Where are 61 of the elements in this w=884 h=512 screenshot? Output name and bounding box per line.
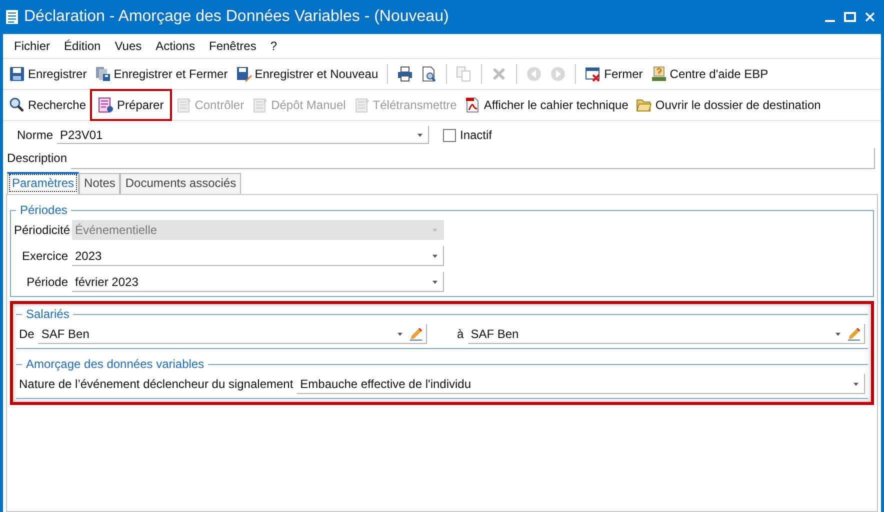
pencil-icon[interactable] xyxy=(409,326,423,340)
group-title: Salariés xyxy=(26,307,70,321)
back-icon xyxy=(526,66,542,82)
printer-icon xyxy=(397,66,414,82)
save-pencil-icon xyxy=(236,66,252,82)
description-field[interactable] xyxy=(71,148,875,168)
toolbar-button[interactable]: Recherche xyxy=(5,92,90,118)
field-label: Période xyxy=(26,275,68,289)
toolbar-button[interactable]: Fermer xyxy=(581,61,647,87)
dropdown-field[interactable]: SAF Ben xyxy=(468,324,865,344)
toolbar-button[interactable]: Afficher le cahier technique xyxy=(460,92,632,118)
field-label: à xyxy=(457,327,464,341)
dropdown-field[interactable]: SAF Ben xyxy=(38,324,427,344)
dropdown-field[interactable]: 2023 xyxy=(72,246,444,266)
field-label: Périodicité xyxy=(14,223,68,237)
tab[interactable]: Notes xyxy=(79,173,120,194)
toolbar-button[interactable]: Ouvrir le dossier de destination xyxy=(632,92,825,118)
field-label: Nature de l’événement déclencheur du signalement xyxy=(19,377,294,391)
toolbar-button[interactable]: Enregistrer et Nouveau xyxy=(232,61,382,87)
help-icon xyxy=(650,66,667,82)
window-title: Déclaration - Amorçage des Données Variables - (Nouveau) xyxy=(24,8,450,26)
window-close-icon xyxy=(585,66,602,82)
checkbox[interactable] xyxy=(443,128,456,142)
page-magnifier-icon xyxy=(421,66,438,82)
field-label: Exercice xyxy=(20,249,68,263)
dropdown-field[interactable]: P23V01 xyxy=(57,126,429,144)
menu-item[interactable]: Fichier xyxy=(7,39,58,53)
toolbar-button[interactable]: Enregistrer et Fermer xyxy=(90,61,232,87)
documents-icon xyxy=(94,66,111,82)
pencil-icon[interactable] xyxy=(847,326,861,340)
page-icon xyxy=(176,97,192,113)
tab[interactable]: Paramètres xyxy=(7,172,80,194)
page-icon xyxy=(354,97,370,113)
document-icon xyxy=(4,9,20,25)
search-icon xyxy=(9,97,25,113)
field-label: Norme xyxy=(16,128,53,142)
menu-item[interactable]: ? xyxy=(263,39,284,53)
group-title: Amorçage des données variables xyxy=(26,357,204,371)
group-title: Périodes xyxy=(20,203,68,217)
menu-item[interactable]: Fenêtres xyxy=(202,39,264,53)
save-icon xyxy=(9,66,25,82)
copy-icon xyxy=(456,66,472,82)
menu-item[interactable]: Actions xyxy=(148,39,202,53)
menu-item[interactable]: Édition xyxy=(57,39,108,53)
page-icon xyxy=(252,97,268,113)
page-gear-icon xyxy=(98,97,114,113)
dropdown-field[interactable]: février 2023 xyxy=(72,272,444,292)
dropdown-field[interactable]: Embauche effective de l'individu xyxy=(297,374,865,394)
pdf-icon xyxy=(464,97,481,113)
menu-item[interactable]: Vues xyxy=(108,39,149,53)
folder-icon xyxy=(636,97,652,113)
forward-icon xyxy=(550,66,566,82)
maximize-icon xyxy=(842,9,858,25)
checkbox-label: Inactif xyxy=(460,128,492,142)
toolbar-button[interactable]: Centre d'aide EBP xyxy=(646,61,772,87)
cross-icon xyxy=(491,66,508,82)
field-label: De xyxy=(19,327,34,341)
tab[interactable]: Documents associés xyxy=(120,173,242,194)
field-label: Description xyxy=(7,151,68,165)
toolbar-button[interactable]: Enregistrer xyxy=(5,61,91,87)
toolbar-button[interactable]: Préparer xyxy=(90,89,172,121)
